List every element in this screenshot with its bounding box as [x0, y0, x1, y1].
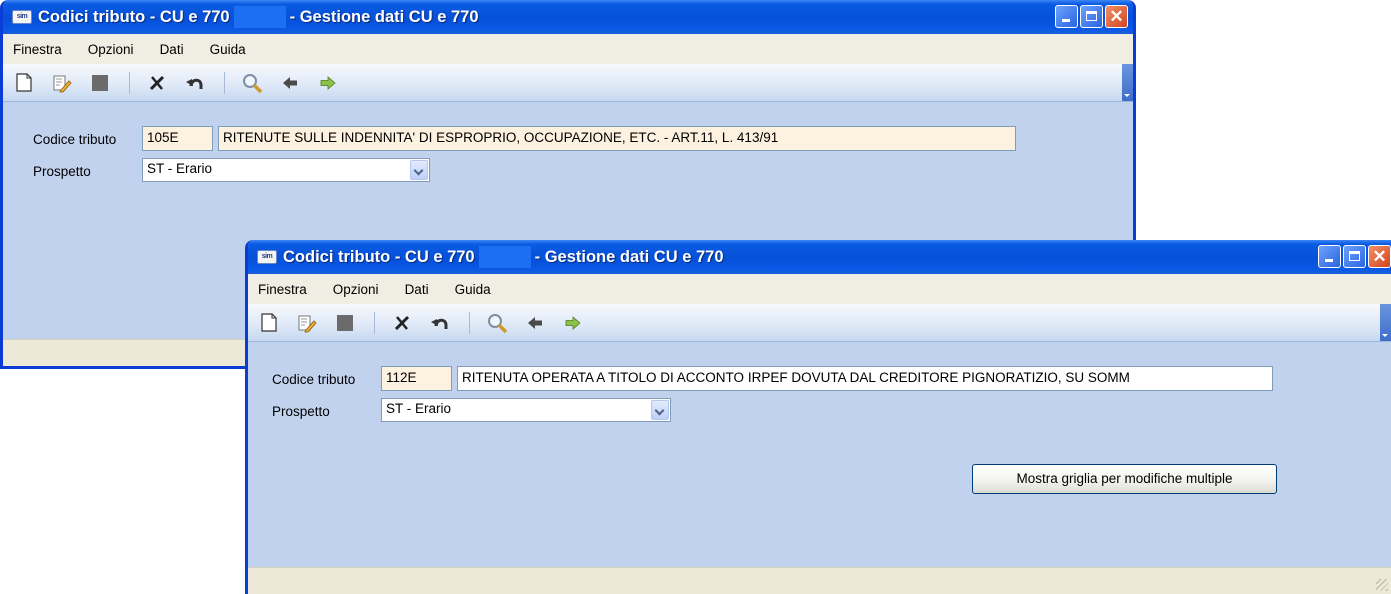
- prospetto-label: Prospetto: [272, 404, 330, 419]
- prospetto-select[interactable]: ST - Erario: [381, 398, 671, 422]
- stop-square-icon: [92, 74, 108, 91]
- form-area: Codice tributo 112E RITENUTA OPERATA A T…: [248, 342, 1391, 562]
- delete-x-icon: [394, 315, 410, 330]
- arrow-left-icon: [283, 76, 297, 89]
- window-controls: ✕: [1055, 5, 1128, 28]
- edit-button[interactable]: [51, 72, 73, 94]
- menu-opzioni[interactable]: Opzioni: [333, 282, 379, 297]
- descrizione-field[interactable]: RITENUTE SULLE INDENNITA' DI ESPROPRIO, …: [218, 126, 1016, 151]
- toolbar-overflow-chevron[interactable]: [1380, 304, 1391, 341]
- new-document-icon: [16, 73, 32, 92]
- save-button[interactable]: [334, 312, 356, 334]
- resize-grip[interactable]: [1376, 579, 1388, 591]
- maximize-button[interactable]: [1343, 245, 1366, 268]
- next-button[interactable]: [562, 312, 584, 334]
- save-button[interactable]: [89, 72, 111, 94]
- codice-tributo-input[interactable]: 112E: [381, 366, 452, 391]
- menu-bar: Finestra Opzioni Dati Guida: [248, 274, 1391, 304]
- prospetto-value: ST - Erario: [147, 161, 213, 176]
- search-button[interactable]: [241, 72, 263, 94]
- new-button[interactable]: [13, 72, 35, 94]
- toolbar-separator: [374, 311, 375, 334]
- undo-button[interactable]: [429, 312, 451, 334]
- delete-button[interactable]: [146, 72, 168, 94]
- menu-finestra[interactable]: Finestra: [13, 42, 62, 57]
- toolbar-separator: [469, 311, 470, 334]
- menu-guida[interactable]: Guida: [210, 42, 246, 57]
- window-title: Codici tributo - CU e 770 - Gestione dat…: [38, 6, 479, 28]
- toolbar-overflow-chevron[interactable]: [1122, 64, 1133, 101]
- search-icon: [243, 73, 263, 93]
- minimize-button[interactable]: [1055, 5, 1078, 28]
- prospetto-label: Prospetto: [33, 164, 91, 179]
- previous-button[interactable]: [524, 312, 546, 334]
- menu-dati[interactable]: Dati: [405, 282, 429, 297]
- redacted-area: [233, 6, 286, 28]
- maximize-icon: [1086, 11, 1097, 21]
- redacted-area: [478, 246, 531, 268]
- edit-document-icon: [298, 315, 317, 332]
- close-icon: ✕: [1372, 247, 1387, 266]
- toolbar-separator: [129, 71, 130, 94]
- app-icon: sim: [257, 250, 277, 264]
- prospetto-select[interactable]: ST - Erario: [142, 158, 430, 182]
- menu-bar: Finestra Opzioni Dati Guida: [3, 34, 1133, 64]
- arrow-left-icon: [528, 316, 542, 329]
- mostra-griglia-button[interactable]: Mostra griglia per modifiche multiple: [972, 464, 1277, 494]
- toolbar-separator: [224, 71, 225, 94]
- delete-button[interactable]: [391, 312, 413, 334]
- toolbar: [248, 304, 1391, 342]
- maximize-button[interactable]: [1080, 5, 1103, 28]
- menu-opzioni[interactable]: Opzioni: [88, 42, 134, 57]
- codice-tributo-input[interactable]: 105E: [142, 126, 213, 151]
- minimize-button[interactable]: [1318, 245, 1341, 268]
- chevron-down-icon[interactable]: [410, 160, 428, 180]
- arrow-right-icon: [320, 75, 336, 90]
- descrizione-field[interactable]: RITENUTA OPERATA A TITOLO DI ACCONTO IRP…: [457, 366, 1273, 391]
- window-controls: ✕: [1318, 245, 1391, 268]
- status-bar: [248, 567, 1391, 594]
- minimize-icon: [1325, 259, 1333, 262]
- edit-document-icon: [53, 75, 72, 92]
- close-icon: ✕: [1109, 7, 1124, 26]
- search-button[interactable]: [486, 312, 508, 334]
- prospetto-value: ST - Erario: [386, 401, 452, 416]
- window-title: Codici tributo - CU e 770 - Gestione dat…: [283, 246, 724, 268]
- window-front: sim Codici tributo - CU e 770 - Gestione…: [245, 240, 1391, 594]
- codice-tributo-label: Codice tributo: [272, 372, 356, 387]
- close-button[interactable]: ✕: [1368, 245, 1391, 268]
- codice-tributo-label: Codice tributo: [33, 132, 117, 147]
- undo-icon: [186, 78, 203, 89]
- toolbar: [3, 64, 1133, 102]
- arrow-right-icon: [565, 315, 581, 330]
- new-button[interactable]: [258, 312, 280, 334]
- search-icon: [488, 313, 508, 333]
- undo-button[interactable]: [184, 72, 206, 94]
- menu-guida[interactable]: Guida: [455, 282, 491, 297]
- app-icon: sim: [12, 10, 32, 24]
- stop-square-icon: [337, 314, 353, 331]
- new-document-icon: [261, 313, 277, 332]
- chevron-down-icon[interactable]: [651, 400, 669, 420]
- edit-button[interactable]: [296, 312, 318, 334]
- close-button[interactable]: ✕: [1105, 5, 1128, 28]
- maximize-icon: [1349, 251, 1360, 261]
- title-bar[interactable]: sim Codici tributo - CU e 770 - Gestione…: [3, 0, 1133, 34]
- previous-button[interactable]: [279, 72, 301, 94]
- next-button[interactable]: [317, 72, 339, 94]
- menu-dati[interactable]: Dati: [160, 42, 184, 57]
- title-bar[interactable]: sim Codici tributo - CU e 770 - Gestione…: [248, 240, 1391, 274]
- undo-icon: [431, 318, 448, 329]
- delete-x-icon: [149, 75, 165, 90]
- menu-finestra[interactable]: Finestra: [258, 282, 307, 297]
- minimize-icon: [1062, 19, 1070, 22]
